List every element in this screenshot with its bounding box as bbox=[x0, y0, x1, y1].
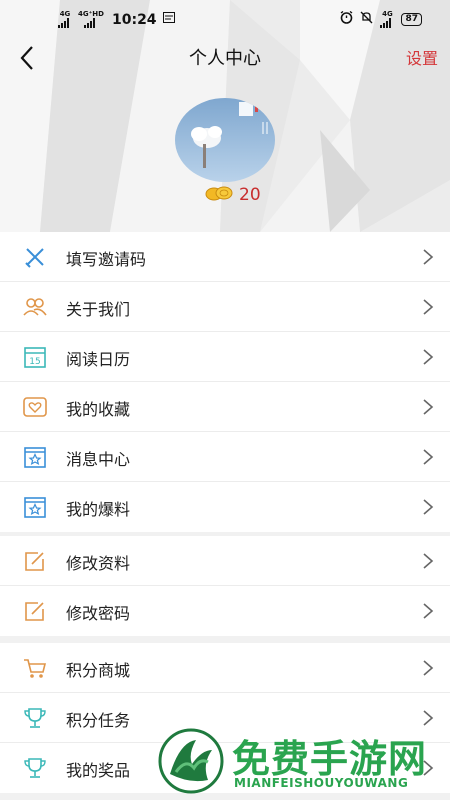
signal-right: 4G bbox=[380, 11, 394, 28]
star-box-icon bbox=[22, 445, 48, 469]
svg-text:15: 15 bbox=[29, 357, 40, 367]
settings-button[interactable]: 设置 bbox=[406, 45, 438, 69]
chevron-right-icon bbox=[422, 248, 434, 266]
chevron-right-icon bbox=[422, 398, 434, 416]
menu-item-edit-profile[interactable]: 修改资料 bbox=[0, 536, 450, 586]
battery-indicator: 87 bbox=[401, 13, 422, 26]
menu-item-label: 阅读日历 bbox=[66, 350, 131, 369]
menu-item-message-center[interactable]: 消息中心 bbox=[0, 432, 450, 482]
mute-icon bbox=[360, 11, 373, 28]
menu-group-account: 修改资料 修改密码 bbox=[0, 536, 450, 636]
heart-icon bbox=[22, 395, 48, 419]
network-label: 4G bbox=[382, 10, 393, 18]
sim1-network-label: 4G bbox=[59, 10, 71, 18]
signal-sim1: 4G bbox=[58, 11, 72, 28]
people-icon bbox=[22, 295, 48, 319]
page-title: 个人中心 bbox=[189, 48, 261, 69]
points-display[interactable]: 20 bbox=[205, 185, 261, 205]
menu-item-label: 积分商城 bbox=[66, 661, 131, 680]
menu-item-label: 我的奖品 bbox=[66, 761, 131, 780]
avatar-image bbox=[175, 98, 275, 182]
menu-item-my-tips[interactable]: 我的爆料 bbox=[0, 482, 450, 532]
trophy-icon bbox=[22, 706, 48, 730]
watermark-title: 免费手游网 bbox=[232, 737, 428, 781]
menu-group-main: 填写邀请码 关于我们 15 阅读日历 我的收藏 消息中心 我的爆料 bbox=[0, 232, 450, 532]
menu-item-change-password[interactable]: 修改密码 bbox=[0, 586, 450, 636]
menu-item-about-us[interactable]: 关于我们 bbox=[0, 282, 450, 332]
nav-bar: 个人中心 设置 bbox=[0, 38, 450, 78]
menu-item-label: 积分任务 bbox=[66, 711, 131, 730]
star-box-icon bbox=[22, 495, 48, 519]
sim2-network-label: 4G⁺HD bbox=[78, 10, 104, 18]
calendar-icon: 15 bbox=[22, 345, 48, 369]
menu-item-label: 关于我们 bbox=[66, 300, 131, 319]
menu-item-label: 我的收藏 bbox=[66, 400, 131, 419]
chevron-right-icon bbox=[422, 498, 434, 516]
avatar[interactable] bbox=[175, 98, 275, 182]
status-bar: 4G 4G⁺HD 10:24 4G 87 bbox=[0, 0, 450, 36]
signal-bars-icon bbox=[83, 18, 98, 28]
chevron-right-icon bbox=[422, 659, 434, 677]
coins-icon bbox=[205, 185, 233, 205]
clock: 10:24 bbox=[111, 11, 157, 28]
edit-icon bbox=[22, 599, 48, 623]
signal-bars-icon bbox=[58, 18, 72, 28]
menu-item-points-mall[interactable]: 积分商城 bbox=[0, 643, 450, 693]
menu-item-label: 填写邀请码 bbox=[66, 250, 147, 269]
menu-item-invite-code[interactable]: 填写邀请码 bbox=[0, 232, 450, 282]
pencil-ruler-icon bbox=[22, 245, 48, 269]
watermark-subtitle: MIANFEISHOUYOUWANG bbox=[234, 776, 409, 790]
chevron-right-icon bbox=[422, 348, 434, 366]
chevron-right-icon bbox=[422, 448, 434, 466]
signal-sim2: 4G⁺HD bbox=[78, 11, 104, 28]
edit-icon bbox=[22, 549, 48, 573]
menu-item-favorites[interactable]: 我的收藏 bbox=[0, 382, 450, 432]
signal-bars-icon bbox=[380, 18, 394, 28]
cart-icon bbox=[22, 656, 48, 680]
watermark: 免费手游网 MIANFEISHOUYOUWANG bbox=[150, 722, 450, 800]
chevron-right-icon bbox=[422, 298, 434, 316]
menu-item-label: 修改密码 bbox=[66, 604, 131, 623]
alarm-icon bbox=[340, 10, 353, 28]
chevron-right-icon bbox=[422, 602, 434, 620]
menu-item-label: 消息中心 bbox=[66, 450, 131, 469]
points-value: 20 bbox=[239, 185, 261, 205]
menu-item-label: 我的爆料 bbox=[66, 500, 131, 519]
chevron-right-icon bbox=[422, 552, 434, 570]
menu-item-label: 修改资料 bbox=[66, 554, 131, 573]
trophy-icon bbox=[22, 756, 48, 780]
menu-item-reading-calendar[interactable]: 15 阅读日历 bbox=[0, 332, 450, 382]
watermark-logo-icon bbox=[158, 728, 224, 794]
notification-icon bbox=[162, 12, 175, 27]
